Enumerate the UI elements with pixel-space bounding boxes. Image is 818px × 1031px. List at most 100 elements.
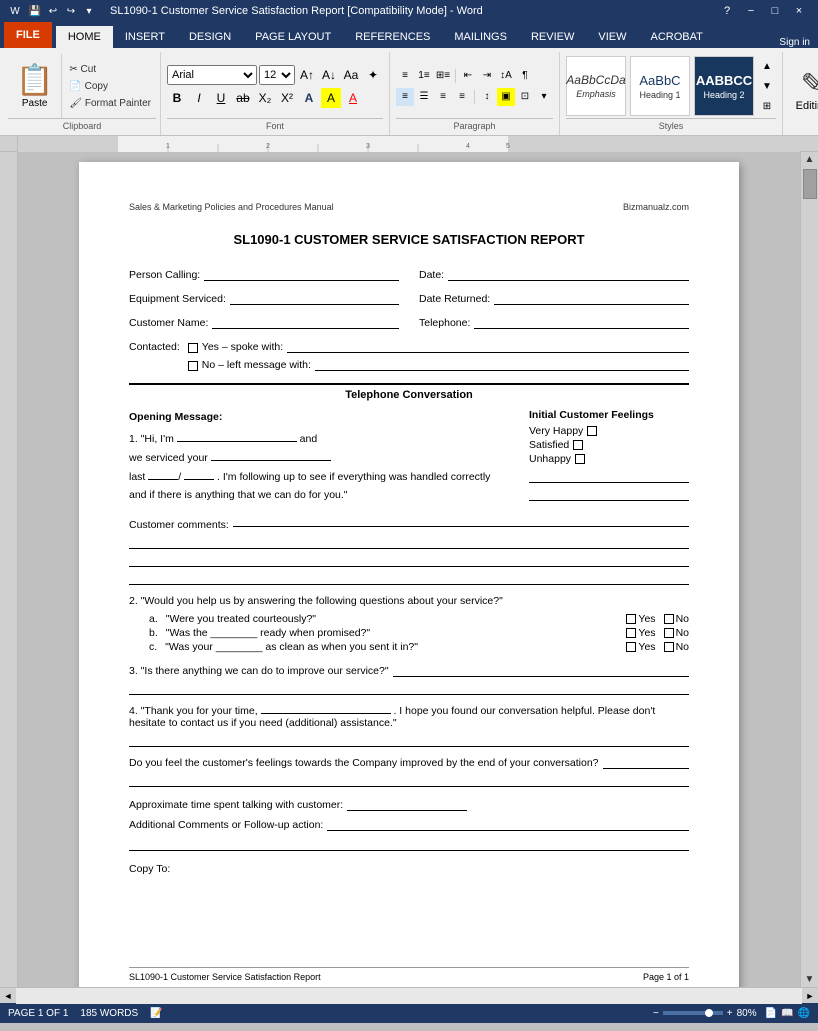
print-view-icon[interactable]: 📄 (765, 1008, 777, 1019)
justify-button[interactable]: ≡ (453, 88, 471, 106)
h-scroll-track[interactable] (16, 988, 802, 1004)
question3-block: 3. "Is there anything we can do to impro… (129, 663, 689, 695)
tab-insert[interactable]: INSERT (113, 26, 177, 48)
clear-format-button[interactable]: ✦ (363, 65, 383, 85)
align-center-button[interactable]: ☰ (415, 88, 433, 106)
tab-references[interactable]: REFERENCES (343, 26, 442, 48)
strikethrough-button[interactable]: ab (233, 88, 253, 108)
font-size-select[interactable]: 12 (259, 65, 295, 85)
window-controls[interactable]: ? − □ × (716, 0, 810, 22)
styles-group: AaBbCcDa Emphasis AaBbC Heading 1 AABBCC… (560, 52, 783, 135)
help-button[interactable]: ? (716, 0, 738, 22)
paste-button[interactable]: 📋 Paste (8, 54, 62, 118)
no-a-checkbox[interactable] (664, 614, 674, 624)
close-button[interactable]: × (788, 0, 810, 22)
tab-home[interactable]: HOME (56, 26, 113, 48)
sub-question-b: b. "Was the ________ ready when promised… (129, 627, 689, 639)
styles-scroll-up[interactable]: ▲ (758, 57, 776, 75)
tab-review[interactable]: REVIEW (519, 26, 586, 48)
minimize-button[interactable]: − (740, 0, 762, 22)
borders-button[interactable]: ⊡ (516, 88, 534, 106)
no-c-checkbox[interactable] (664, 642, 674, 652)
bold-button[interactable]: B (167, 88, 187, 108)
redo-icon[interactable]: ↪ (64, 4, 78, 18)
yes-a-checkbox[interactable] (626, 614, 636, 624)
sign-in[interactable]: Sign in (779, 37, 818, 48)
feelings-line2 (529, 487, 689, 501)
tab-design[interactable]: DESIGN (177, 26, 243, 48)
style-heading1[interactable]: AaBbC Heading 1 (630, 56, 690, 116)
ruler: 1 2 3 4 5 (0, 136, 818, 152)
cut-button[interactable]: ✂ Cut (66, 63, 154, 76)
q4-line (129, 733, 689, 747)
scroll-up-arrow[interactable]: ▲ (803, 152, 817, 167)
comments-label: Customer comments: (129, 519, 229, 531)
comments-line3 (129, 553, 689, 567)
decrease-indent-button[interactable]: ⇤ (459, 67, 477, 85)
styles-more[interactable]: ⊞ (758, 97, 776, 115)
bullets-button[interactable]: ≡ (396, 67, 414, 85)
tab-acrobat[interactable]: ACROBAT (638, 26, 714, 48)
scroll-left-arrow[interactable]: ◄ (0, 988, 16, 1004)
vertical-scrollbar[interactable]: ▲ ▼ (800, 152, 818, 987)
font-label: Font (167, 118, 383, 133)
numbering-button[interactable]: 1≡ (415, 67, 433, 85)
show-paragraph-button[interactable]: ¶ (516, 67, 534, 85)
highlight-button[interactable]: A (321, 88, 341, 108)
grow-font-button[interactable]: A↑ (297, 65, 317, 85)
no-checkbox[interactable] (188, 361, 198, 371)
ruler-left-margin (0, 136, 18, 151)
yes-c-checkbox[interactable] (626, 642, 636, 652)
q3-line1 (393, 663, 689, 677)
undo-icon[interactable]: ↩ (46, 4, 60, 18)
font-name-select[interactable]: Arial (167, 65, 257, 85)
zoom-in-icon[interactable]: + (727, 1008, 733, 1019)
zoom-bar[interactable] (663, 1011, 723, 1015)
format-painter-button[interactable]: 🖌 Format Painter (66, 97, 154, 110)
sort-button[interactable]: ↕A (497, 67, 515, 85)
increase-indent-button[interactable]: ⇥ (478, 67, 496, 85)
tab-view[interactable]: VIEW (586, 26, 638, 48)
scroll-right-arrow[interactable]: ► (802, 988, 818, 1004)
maximize-button[interactable]: □ (764, 0, 786, 22)
scroll-thumb[interactable] (803, 169, 817, 199)
align-left-button[interactable]: ≡ (396, 88, 414, 106)
yes-b-checkbox[interactable] (626, 628, 636, 638)
shrink-font-button[interactable]: A↓ (319, 65, 339, 85)
yes-checkbox[interactable] (188, 343, 198, 353)
styles-scroll-down[interactable]: ▼ (758, 77, 776, 95)
tab-mailings[interactable]: MAILINGS (442, 26, 519, 48)
style-emphasis[interactable]: AaBbCcDa Emphasis (566, 56, 626, 116)
web-view-icon[interactable]: 🌐 (798, 1008, 810, 1019)
superscript-button[interactable]: X² (277, 88, 297, 108)
style-heading2[interactable]: AABBCC Heading 2 (694, 56, 754, 116)
font-color-button[interactable]: A (343, 88, 363, 108)
zoom-control[interactable]: − + 80% (653, 1008, 757, 1019)
text-effects-button[interactable]: A (299, 88, 319, 108)
zoom-out-icon[interactable]: − (653, 1008, 659, 1019)
satisfied-label: Satisfied (529, 439, 569, 451)
unhappy-checkbox[interactable] (575, 454, 585, 464)
more-paragraph-button[interactable]: ▾ (535, 88, 553, 106)
subscript-button[interactable]: X₂ (255, 88, 275, 108)
underline-button[interactable]: U (211, 88, 231, 108)
following-text: . I'm following up to see if everything … (129, 471, 490, 502)
tab-file[interactable]: FILE (4, 22, 52, 48)
satisfied-checkbox[interactable] (573, 440, 583, 450)
copy-button[interactable]: 📄 Copy (66, 80, 154, 93)
read-view-icon[interactable]: 📖 (781, 1008, 793, 1019)
zoom-thumb[interactable] (705, 1009, 713, 1017)
italic-button[interactable]: I (189, 88, 209, 108)
customize-icon[interactable]: ▾ (82, 4, 96, 18)
change-case-button[interactable]: Aa (341, 65, 361, 85)
scroll-down-arrow[interactable]: ▼ (803, 972, 817, 987)
line-spacing-button[interactable]: ↕ (478, 88, 496, 106)
shading-button[interactable]: ▣ (497, 88, 515, 106)
save-icon[interactable]: 💾 (28, 4, 42, 18)
very-happy-checkbox[interactable] (587, 426, 597, 436)
align-right-button[interactable]: ≡ (434, 88, 452, 106)
horizontal-scrollbar[interactable]: ◄ ► (0, 987, 818, 1003)
no-b-checkbox[interactable] (664, 628, 674, 638)
multilevel-button[interactable]: ⊞≡ (434, 67, 452, 85)
tab-page-layout[interactable]: PAGE LAYOUT (243, 26, 343, 48)
